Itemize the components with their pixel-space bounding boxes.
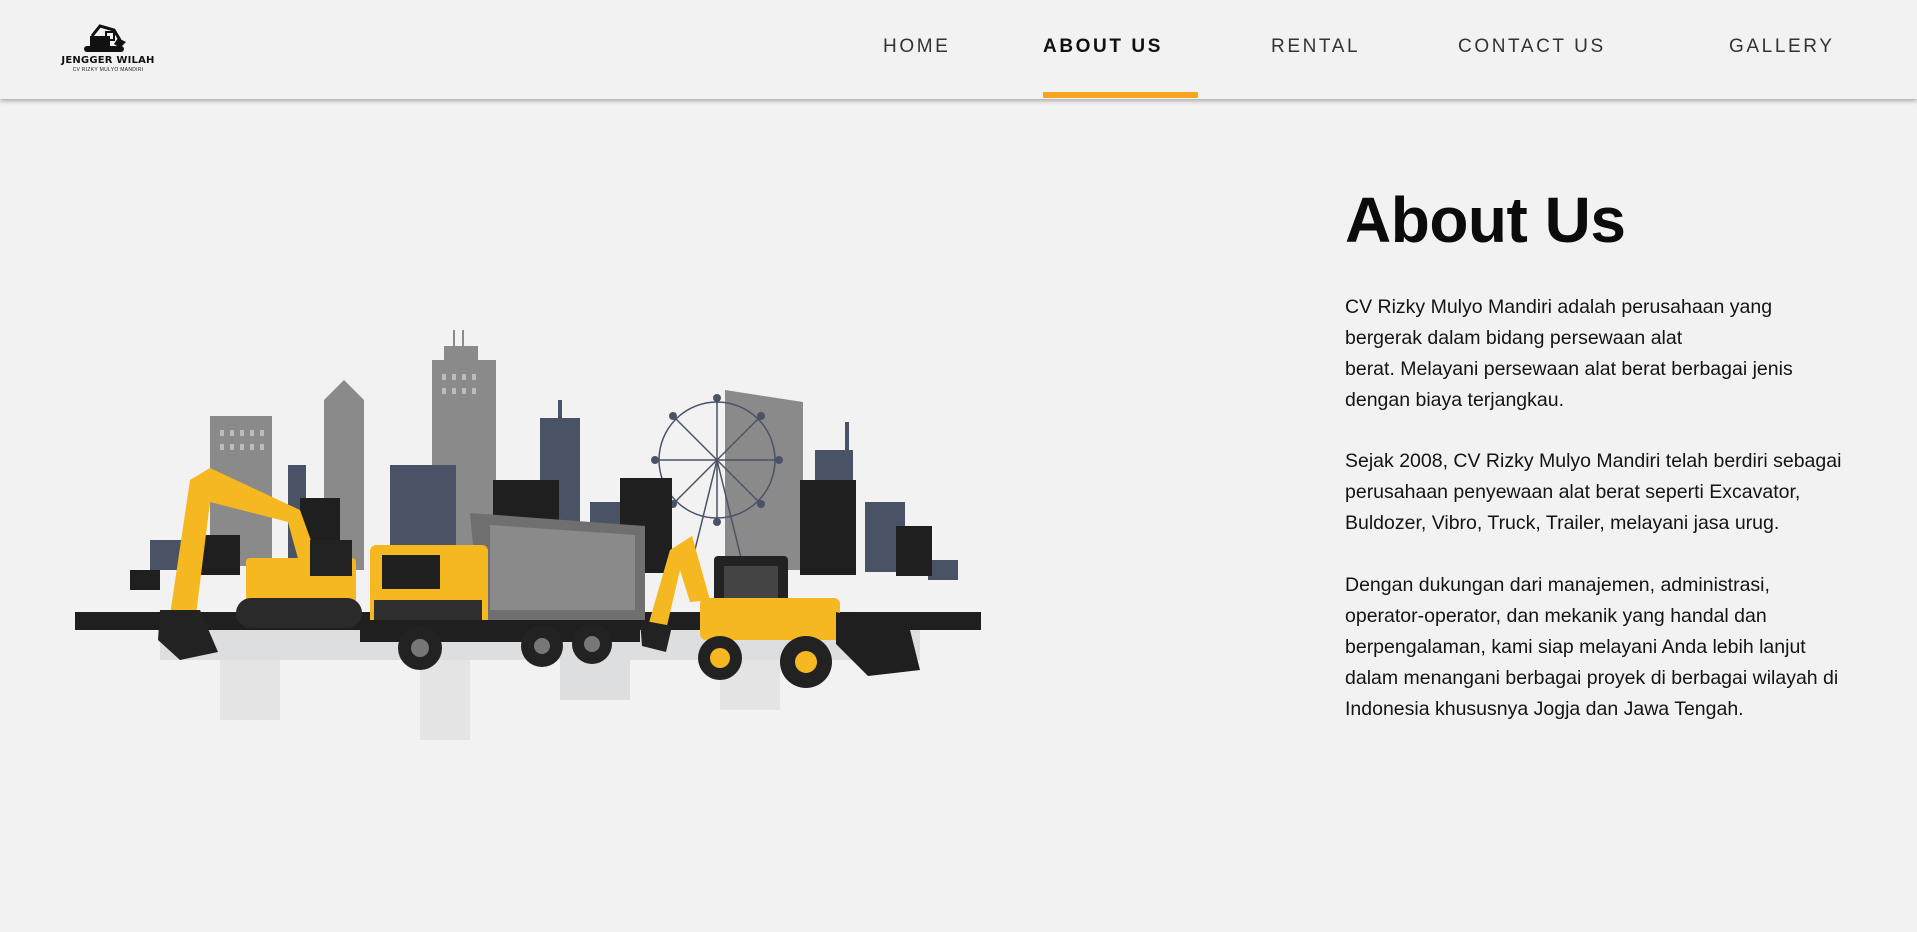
paragraph-line: berat. Melayani persewaan alat berat ber…: [1345, 358, 1793, 380]
paragraph-line: operator-operator, dan mekanik yang hand…: [1345, 605, 1767, 627]
nav-about-us[interactable]: ABOUT US: [1043, 36, 1163, 58]
logo-subtitle: CV RIZKY MULYO MANDIRI: [72, 67, 144, 73]
paragraph-line: berpengalaman, kami siap melayani Anda l…: [1345, 636, 1806, 658]
nav-gallery[interactable]: GALLERY: [1729, 36, 1835, 58]
paragraph-line: Indonesia khususnya Jogja dan Jawa Tenga…: [1345, 698, 1744, 720]
paragraph-line: Buldozer, Vibro, Truck, Trailer, melayan…: [1345, 512, 1780, 534]
logo[interactable]: JENGGER WILAH CV RIZKY MULYO MANDIRI: [52, 24, 164, 74]
logo-name: JENGGER WILAH: [61, 55, 155, 66]
nav-rental[interactable]: RENTAL: [1271, 36, 1360, 58]
about-paragraph-1: CV Rizky Mulyo Mandiri adalah perusahaan…: [1345, 292, 1905, 416]
paragraph-line: dengan biaya terjangkau.: [1345, 389, 1565, 411]
hero-illustration: [60, 326, 1000, 780]
paragraph-line: perusahaan penyewaan alat berat seperti …: [1345, 481, 1801, 503]
paragraph-line: Dengan dukungan dari manajemen, administ…: [1345, 574, 1770, 596]
paragraph-line: CV Rizky Mulyo Mandiri adalah perusahaan…: [1345, 296, 1773, 318]
top-navigation-bar: JENGGER WILAH CV RIZKY MULYO MANDIRI HOM…: [0, 0, 1917, 99]
active-tab-indicator: [1043, 92, 1198, 98]
about-paragraph-3: Dengan dukungan dari manajemen, administ…: [1345, 570, 1905, 725]
paragraph-line: dalam menangani berbagai proyek di berba…: [1345, 667, 1839, 689]
heavy-equipment-city-illustration: [75, 326, 981, 740]
nav-contact-us[interactable]: CONTACT US: [1458, 36, 1606, 58]
paragraph-line: Sejak 2008, CV Rizky Mulyo Mandiri telah…: [1345, 450, 1842, 472]
paragraph-line: bergerak dalam bidang persewaan alat: [1345, 327, 1683, 349]
nav-home[interactable]: HOME: [883, 36, 950, 58]
about-title: About Us: [1345, 184, 1626, 256]
about-paragraph-2: Sejak 2008, CV Rizky Mulyo Mandiri telah…: [1345, 446, 1905, 539]
excavator-icon: [84, 24, 126, 52]
